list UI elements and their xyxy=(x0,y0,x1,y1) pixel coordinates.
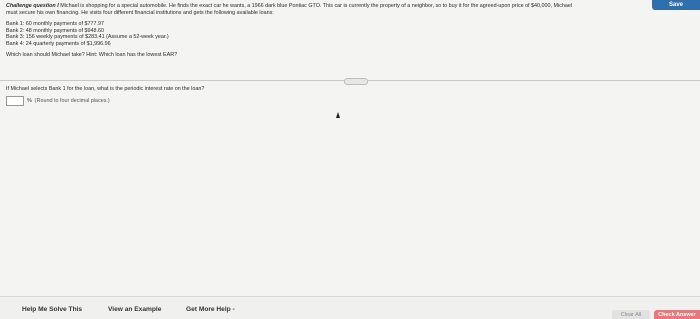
check-answer-button[interactable]: Check Answer xyxy=(654,310,700,319)
rounding-hint: (Round to four decimal places.) xyxy=(34,98,110,104)
view-an-example-button[interactable]: View an Example xyxy=(108,306,161,313)
get-more-help-button[interactable]: Get More Help - xyxy=(186,306,235,313)
problem-question: Which loan should Michael take? Hint: Wh… xyxy=(6,52,178,59)
answer-input[interactable] xyxy=(6,96,24,106)
bank-list: Bank 1: 60 monthly payments of $777.97 B… xyxy=(6,21,646,47)
mouse-cursor-icon xyxy=(336,112,340,118)
help-me-solve-this-button[interactable]: Help Me Solve This xyxy=(22,306,82,313)
clear-all-button[interactable]: Clear All xyxy=(612,310,650,319)
percent-unit: % xyxy=(27,98,32,104)
problem-heading: Challenge question I xyxy=(6,3,59,9)
bank-option-3: Bank 3: 156 weekly payments of $283.41 (… xyxy=(6,34,169,41)
resize-handle[interactable] xyxy=(344,78,368,85)
bank-option-2: Bank 2: 48 monthly payments of $948.60 xyxy=(6,27,104,34)
problem-text-line2: must secure his own financing. He visits… xyxy=(6,10,274,16)
answer-row: % (Round to four decimal places.) xyxy=(6,96,110,106)
sub-question: If Michael selects Bank 1 for the loan, … xyxy=(6,86,205,92)
bank-option-4: Bank 4: 24 quarterly payments of $1,996.… xyxy=(6,40,111,47)
problem-statement: Challenge question I Michael is shopping… xyxy=(6,3,646,59)
problem-text-line1: Michael is shopping for a special automo… xyxy=(58,3,573,9)
bank-option-1: Bank 1: 60 monthly payments of $777.97 xyxy=(6,21,104,27)
bottom-toolbar: Help Me Solve This View an Example Get M… xyxy=(0,296,700,319)
save-button[interactable]: Save xyxy=(652,0,700,10)
